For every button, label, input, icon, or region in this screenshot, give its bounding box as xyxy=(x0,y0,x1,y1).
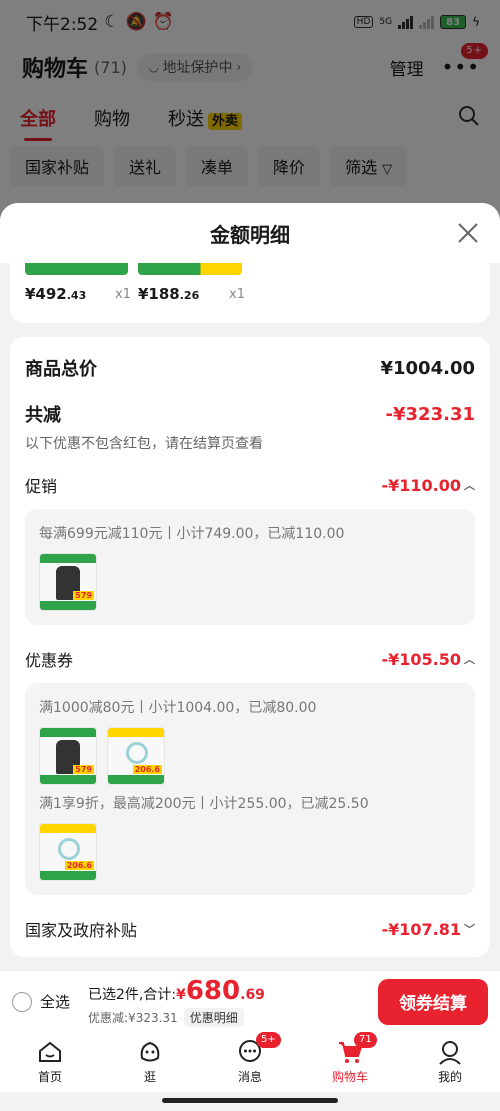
chair-product-thumb[interactable]: 579 xyxy=(39,553,97,611)
profile-icon xyxy=(439,1041,461,1065)
tabbar-profile-label: 我的 xyxy=(437,1070,462,1084)
coupon-label: 优惠券 xyxy=(25,651,74,670)
goods-total-label: 商品总价 xyxy=(25,359,97,380)
item-1-price-int: ¥492 xyxy=(25,285,67,303)
sheet-header: 金额明细 xyxy=(0,203,500,263)
checkout-button[interactable]: 领券结算 xyxy=(378,978,488,1025)
subsidy-label: 国家及政府补贴 xyxy=(25,921,138,940)
close-icon[interactable] xyxy=(454,219,482,247)
discount-note: 以下优惠不包含红包，请在结算页查看 xyxy=(25,436,263,452)
lamp-product-thumb[interactable]: 206.6 xyxy=(39,823,97,881)
tabbar-cart[interactable]: 71 购物车 xyxy=(300,1032,400,1092)
select-all-radio[interactable] xyxy=(12,991,32,1012)
item-2-price-dec: .26 xyxy=(179,289,200,302)
promo-value-wrap: -¥110.00 ︿ xyxy=(381,476,475,495)
sum-block: 已选2件,合计: ¥680.69 优惠减:¥323.31 优惠明细 xyxy=(88,976,265,1027)
coupon-rule-2: 满1享9折，最高减200元丨小计255.00，已减25.50 xyxy=(39,796,369,812)
coupon-detail-box: 满1000减80元丨小计1004.00，已减80.00 579 206.6 满1… xyxy=(25,683,475,895)
coupon-rule-1: 满1000减80元丨小计1004.00，已减80.00 xyxy=(39,700,317,716)
tabbar-browse-label: 逛 xyxy=(143,1070,156,1084)
selected-items-card: ¥492.43 x1 ¥188.26 x1 xyxy=(10,263,490,323)
checkout-total-int: 680 xyxy=(185,976,241,1006)
bottom-tabbar: 首页 逛 5+ 消息 71 购物车 我的 xyxy=(0,1032,500,1092)
coupon-value: -¥105.50 xyxy=(381,649,461,669)
promo-thumbs: 579 xyxy=(39,553,461,611)
browse-icon xyxy=(140,1041,160,1062)
item-1-price-dec: .43 xyxy=(66,289,87,302)
price-detail-card: 商品总价 ¥1004.00 共减 -¥323.31 以下优惠不包含红包，请在结算… xyxy=(10,337,490,957)
tabbar-home-label: 首页 xyxy=(37,1070,62,1084)
tabbar-home[interactable]: 首页 xyxy=(0,1032,100,1092)
item-thumbnail-2[interactable] xyxy=(138,263,242,275)
subsidy-row[interactable]: 国家及政府补贴 -¥107.81 ﹀ xyxy=(25,917,475,941)
item-2-qty: x1 xyxy=(229,287,245,302)
messages-badge: 5+ xyxy=(256,1032,281,1048)
promo-value: -¥110.00 xyxy=(381,475,461,495)
promo-label: 促销 xyxy=(25,477,58,496)
promo-row[interactable]: 促销 -¥110.00 ︿ xyxy=(25,473,475,497)
thumb-price-tag: 206.6 xyxy=(132,765,162,774)
coupon-row[interactable]: 优惠券 -¥105.50 ︿ xyxy=(25,647,475,671)
checkout-total-dec: .69 xyxy=(240,987,265,1003)
chair-product-thumb[interactable]: 579 xyxy=(39,727,97,785)
item-2-price-int: ¥188 xyxy=(138,285,180,303)
amount-detail-sheet: 金额明细 ¥492.43 x1 ¥188.26 x1 商品总价 ¥1004.00… xyxy=(0,203,500,970)
saved-amount: 优惠减:¥323.31 xyxy=(88,1011,178,1025)
thumb-price-tag: 579 xyxy=(73,765,94,774)
chevron-down-icon: ﹀ xyxy=(464,923,475,936)
chevron-up-icon: ︿ xyxy=(464,479,475,492)
coupon-thumbs-2: 206.6 xyxy=(39,823,461,881)
discount-label: 共减 xyxy=(25,405,61,426)
saved-line: 优惠减:¥323.31 优惠明细 xyxy=(88,1008,265,1027)
lamp-product-thumb[interactable]: 206.6 xyxy=(107,727,165,785)
dim-overlay[interactable] xyxy=(0,0,500,230)
item-1-qty: x1 xyxy=(115,287,131,302)
item-thumbnail-1[interactable] xyxy=(25,263,128,275)
discount-detail-button[interactable]: 优惠明细 xyxy=(183,1008,244,1027)
subsidy-value: -¥107.81 xyxy=(381,919,461,939)
chevron-up-icon: ︿ xyxy=(464,653,475,666)
tabbar-messages[interactable]: 5+ 消息 xyxy=(200,1032,300,1092)
sheet-title: 金额明细 xyxy=(210,222,290,247)
checkout-currency: ¥ xyxy=(176,987,186,1003)
home-indicator xyxy=(162,1098,338,1103)
thumb-price-tag: 206.6 xyxy=(64,861,94,870)
item-2-price: ¥188.26 xyxy=(138,285,199,303)
goods-total-value: ¥1004.00 xyxy=(380,357,475,379)
thumb-price-tag: 579 xyxy=(73,591,94,600)
goods-total-row: 商品总价 ¥1004.00 xyxy=(25,355,475,381)
select-all-label[interactable]: 全选 xyxy=(40,991,70,1012)
tabbar-cart-label: 购物车 xyxy=(331,1070,368,1084)
tabbar-messages-label: 消息 xyxy=(237,1070,262,1084)
tabbar-profile[interactable]: 我的 xyxy=(400,1032,500,1092)
checkout-bar: 全选 已选2件,合计: ¥680.69 优惠减:¥323.31 优惠明细 领券结… xyxy=(0,970,500,1032)
home-icon xyxy=(39,1041,61,1062)
subsidy-value-wrap: -¥107.81 ﹀ xyxy=(381,920,475,939)
coupon-value-wrap: -¥105.50 ︿ xyxy=(381,650,475,669)
coupon-thumbs-1: 579 206.6 xyxy=(39,727,461,785)
checkout-total: ¥680.69 xyxy=(176,976,265,1006)
sum-line: 已选2件,合计: ¥680.69 xyxy=(88,976,265,1006)
promo-detail-box: 每满699元减110元丨小计749.00，已减110.00 579 xyxy=(25,509,475,625)
discount-value: -¥323.31 xyxy=(385,403,475,425)
promo-rule: 每满699元减110元丨小计749.00，已减110.00 xyxy=(39,526,345,542)
item-1-price: ¥492.43 xyxy=(25,285,86,303)
discount-row: 共减 -¥323.31 xyxy=(25,401,475,427)
selected-count-text: 已选2件,合计: xyxy=(88,987,177,1003)
tabbar-browse[interactable]: 逛 xyxy=(100,1032,200,1092)
cart-badge: 71 xyxy=(354,1032,377,1048)
